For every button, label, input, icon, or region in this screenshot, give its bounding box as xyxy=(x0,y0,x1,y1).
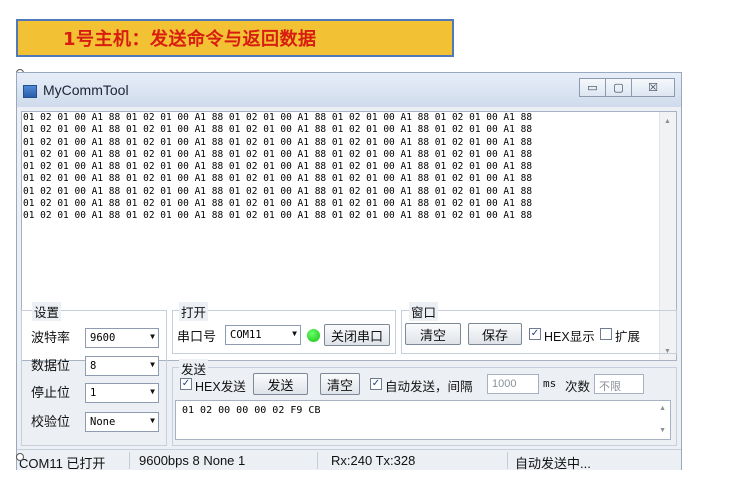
status-divider xyxy=(129,452,130,469)
maximize-button[interactable]: ▢ xyxy=(605,78,632,97)
status-bar: COM11 已打开 9600bps 8 None 1 Rx:240 Tx:328… xyxy=(17,449,681,471)
port-label: 串口号 xyxy=(177,329,217,344)
close-button[interactable]: ☒ xyxy=(631,78,675,97)
receive-line: 01 02 01 00 A1 88 01 02 01 00 A1 88 01 0… xyxy=(23,148,533,160)
ms-label: ms xyxy=(543,377,557,390)
title-bar[interactable]: MyCommTool ▭ ▢ ☒ xyxy=(17,73,681,107)
port-status-led xyxy=(307,329,320,342)
receive-line: 01 02 01 00 A1 88 01 02 01 00 A1 88 01 0… xyxy=(23,210,533,222)
clear-receive-button[interactable]: 清空 xyxy=(405,323,461,345)
app-icon xyxy=(23,85,37,98)
status-divider xyxy=(507,452,508,469)
window-title: MyCommTool xyxy=(43,82,129,98)
hex-display-label: HEX显示 xyxy=(544,330,595,344)
check-icon: ✓ xyxy=(530,328,540,339)
scroll-up-icon[interactable]: ▲ xyxy=(659,405,666,412)
baud-label: 波特率 xyxy=(31,330,71,345)
caption-banner: 1号主机：发送命令与返回数据 xyxy=(16,19,454,57)
window-controls: ▭ ▢ ☒ xyxy=(579,78,675,97)
baud-select[interactable]: 9600 ▼ xyxy=(85,328,159,348)
expand-checkbox[interactable] xyxy=(600,328,612,340)
status-counters: Rx:240 Tx:328 xyxy=(331,453,416,468)
minimize-icon: ▭ xyxy=(587,82,598,94)
scroll-down-icon[interactable]: ▼ xyxy=(659,427,666,434)
close-port-button[interactable]: 关闭串口 xyxy=(324,324,390,346)
settings-group-label: 设置 xyxy=(32,302,62,321)
scroll-up-icon[interactable]: ▲ xyxy=(664,118,671,125)
parity-select[interactable]: None ▼ xyxy=(85,412,159,432)
maximize-icon: ▢ xyxy=(613,82,624,94)
chevron-down-icon: ▼ xyxy=(150,387,155,396)
send-button[interactable]: 发送 xyxy=(253,373,308,395)
port-value: COM11 xyxy=(230,329,262,341)
hex-send-checkbox[interactable]: ✓ xyxy=(180,378,192,390)
receive-line: 01 02 01 00 A1 88 01 02 01 00 A1 88 01 0… xyxy=(23,124,533,136)
count-label: 次数 xyxy=(565,380,591,394)
status-port: COM11 已打开 xyxy=(19,456,106,471)
receive-line: 01 02 01 00 A1 88 01 02 01 00 A1 88 01 0… xyxy=(23,173,533,185)
databits-value: 8 xyxy=(90,360,97,372)
databits-label: 数据位 xyxy=(31,358,71,373)
hex-send-label: HEX发送 xyxy=(195,380,246,394)
chevron-down-icon: ▼ xyxy=(150,416,155,425)
minimize-button[interactable]: ▭ xyxy=(579,78,606,97)
status-auto-send: 自动发送中... xyxy=(515,456,591,471)
port-select[interactable]: COM11 ▼ xyxy=(225,325,301,345)
check-icon: ✓ xyxy=(181,378,191,389)
status-divider xyxy=(317,452,318,469)
status-config: 9600bps 8 None 1 xyxy=(139,453,246,468)
stopbits-select[interactable]: 1 ▼ xyxy=(85,383,159,403)
chevron-down-icon: ▼ xyxy=(292,329,297,338)
receive-line: 01 02 01 00 A1 88 01 02 01 00 A1 88 01 0… xyxy=(23,185,533,197)
stopbits-label: 停止位 xyxy=(31,385,71,400)
selection-handle-bottom xyxy=(16,453,24,461)
parity-value: None xyxy=(90,416,116,428)
chevron-down-icon: ▼ xyxy=(150,360,155,369)
auto-send-checkbox[interactable]: ✓ xyxy=(370,378,382,390)
parity-label: 校验位 xyxy=(31,414,71,429)
send-input[interactable]: 01 02 00 00 00 02 F9 CB ▲ ▼ xyxy=(175,400,671,440)
clear-send-button[interactable]: 清空 xyxy=(320,373,360,395)
open-group-label: 打开 xyxy=(179,302,209,321)
expand-label: 扩展 xyxy=(615,330,641,344)
check-icon: ✓ xyxy=(371,378,381,389)
count-input[interactable]: 不限 xyxy=(594,374,644,394)
slide: 1号主机：发送命令与返回数据 MyCommTool ▭ ▢ ☒ 01 02 01… xyxy=(0,0,745,495)
stopbits-value: 1 xyxy=(90,387,97,399)
hex-display-checkbox[interactable]: ✓ xyxy=(529,328,541,340)
baud-value: 9600 xyxy=(90,332,116,344)
app-window: MyCommTool ▭ ▢ ☒ 01 02 01 00 A1 88 01 02… xyxy=(16,72,682,471)
caption-text: 1号主机：发送命令与返回数据 xyxy=(63,29,317,50)
save-button[interactable]: 保存 xyxy=(468,323,522,345)
receive-line: 01 02 01 00 A1 88 01 02 01 00 A1 88 01 0… xyxy=(23,112,533,123)
interval-input[interactable]: 1000 xyxy=(487,374,539,394)
receive-line: 01 02 01 00 A1 88 01 02 01 00 A1 88 01 0… xyxy=(23,198,533,210)
auto-send-label: 自动发送，间隔 xyxy=(385,380,473,394)
databits-select[interactable]: 8 ▼ xyxy=(85,356,159,376)
close-icon: ☒ xyxy=(648,82,658,94)
receive-line: 01 02 01 00 A1 88 01 02 01 00 A1 88 01 0… xyxy=(23,136,533,148)
receive-text: 01 02 01 00 A1 88 01 02 01 00 A1 88 01 0… xyxy=(23,112,655,223)
view-group-label: 窗口 xyxy=(409,302,439,321)
chevron-down-icon: ▼ xyxy=(150,332,155,341)
receive-line: 01 02 01 00 A1 88 01 02 01 00 A1 88 01 0… xyxy=(23,161,533,173)
send-input-text: 01 02 00 00 00 02 F9 CB xyxy=(182,405,321,416)
